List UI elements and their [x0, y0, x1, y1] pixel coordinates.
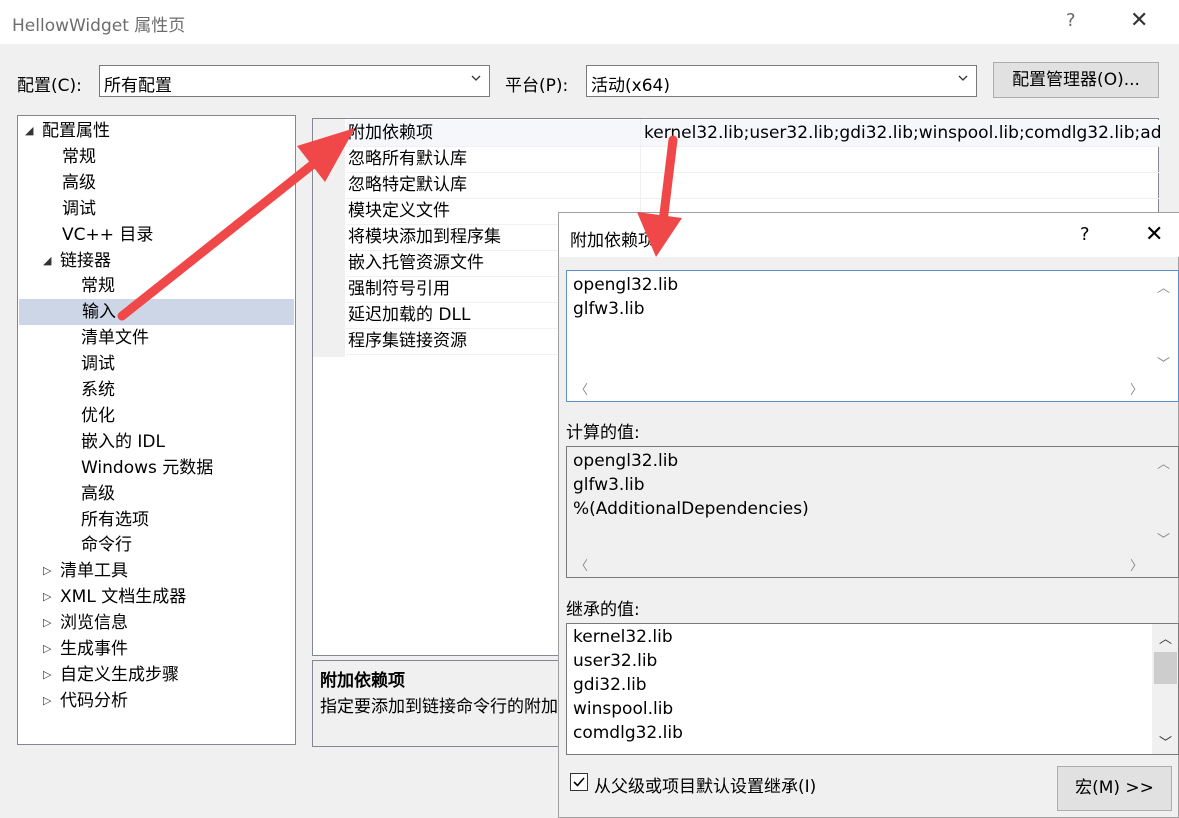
annotation-arrow-icon: [637, 135, 682, 257]
annotation-arrow-icon: [117, 128, 355, 321]
annotation-arrows: [117, 128, 682, 321]
